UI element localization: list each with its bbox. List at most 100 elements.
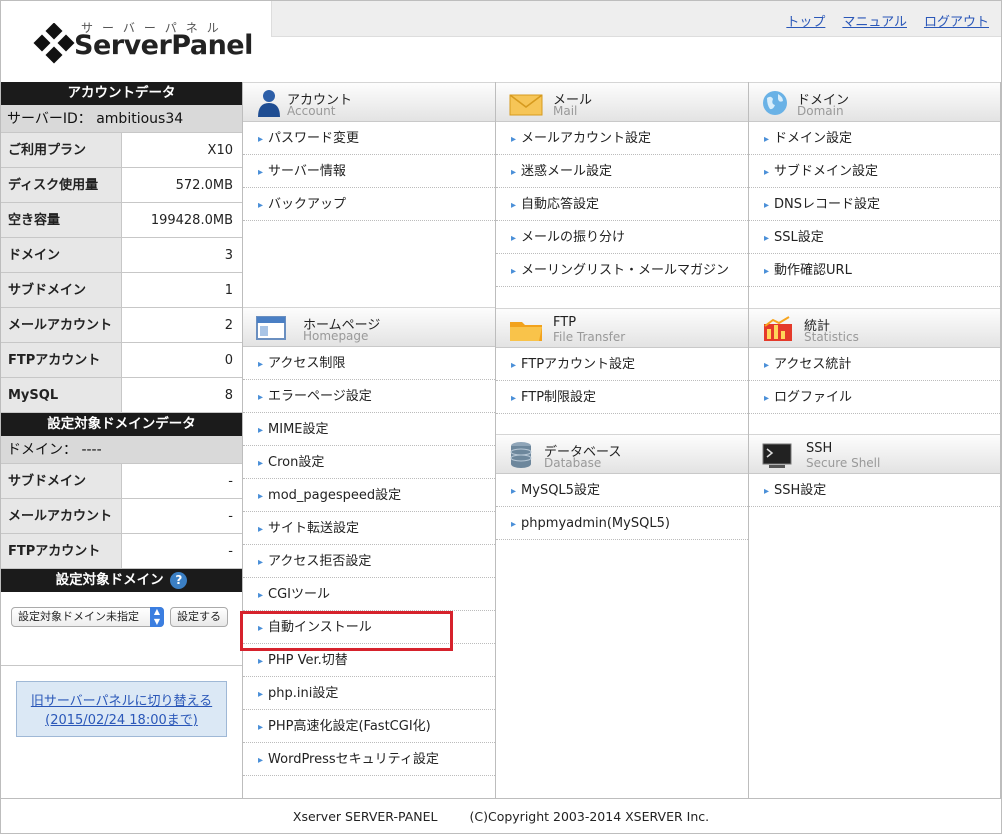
old-panel-link[interactable]: 旧サーバーパネルに切り替える (2015/02/24 18:00まで) (31, 694, 212, 728)
top-link[interactable]: トップ (786, 11, 825, 30)
menu-item[interactable]: ▸ サーバー情報 (243, 155, 495, 188)
section-title: FTP (553, 315, 577, 330)
arrow-icon: ▸ (764, 134, 770, 145)
menu-item-label: パスワード変更 (268, 131, 360, 146)
menu-item[interactable]: ▸ メールの振り分け (496, 221, 748, 254)
menu-item[interactable]: ▸ メーリングリスト・メールマガジン (496, 254, 748, 287)
menu-item[interactable]: ▸ アクセス制限 (243, 347, 495, 380)
info-row: ご利用プラン X10 (1, 133, 242, 168)
top-links: トップ マニュアル ログアウト (786, 11, 989, 30)
section-subtitle: File Transfer (553, 330, 626, 344)
menu-item-label: Cron設定 (268, 455, 325, 470)
menu-item-label: mod_pagespeed設定 (268, 488, 402, 503)
menu-item-label: MySQL5設定 (521, 483, 600, 498)
menu-item[interactable]: ▸ FTPアカウント設定 (496, 348, 748, 381)
info-value: - (122, 464, 242, 498)
set-domain-button[interactable]: 設定する (170, 607, 228, 627)
info-value: 2 (122, 308, 242, 342)
menu-item[interactable]: ▸ FTP制限設定 (496, 381, 748, 414)
menu-item[interactable]: ▸ 自動応答設定 (496, 188, 748, 221)
arrow-icon: ▸ (258, 590, 264, 601)
logo-name: ServerPanel (74, 30, 253, 61)
menu-item-label: ドメイン設定 (774, 131, 853, 146)
menu-item[interactable]: ▸ SSH設定 (749, 474, 1000, 507)
menu-item-label: メールアカウント設定 (521, 131, 652, 146)
menu-item[interactable]: ▸ サイト転送設定 (243, 512, 495, 545)
manual-link[interactable]: マニュアル (842, 11, 907, 30)
menu-item-label: CGIツール (268, 587, 331, 602)
menu-item[interactable]: ▸ 動作確認URL (749, 254, 1000, 287)
section-account-header: アカウント Account (243, 82, 495, 122)
menu-item-label: MIME設定 (268, 422, 329, 437)
menu-item[interactable]: ▸ ドメイン設定 (749, 122, 1000, 155)
menu-item[interactable]: ▸ バックアップ (243, 188, 495, 221)
arrow-icon: ▸ (511, 360, 517, 371)
logo[interactable]: サーバーパネル ServerPanel (1, 1, 271, 81)
menu-item-label: php.ini設定 (268, 686, 339, 701)
menu-column-2: メール Mail ▸ メールアカウント設定 ▸ 迷惑メール設定 ▸ 自動応答設定 ▸ メ… (496, 82, 749, 798)
domain-select-title: 設定対象ドメイン ? (1, 569, 242, 592)
menu-item[interactable]: ▸ mod_pagespeed設定 (243, 479, 495, 512)
terminal-icon (762, 443, 792, 468)
arrow-icon: ▸ (258, 167, 264, 178)
menu-item[interactable]: ▸ エラーページ設定 (243, 380, 495, 413)
info-label: 空き容量 (1, 203, 122, 237)
menu-item[interactable]: ▸ サブドメイン設定 (749, 155, 1000, 188)
section-database-header: データベース Database (496, 434, 748, 474)
section-stats-header: 統計 Statistics (749, 308, 1000, 348)
folder-icon (510, 322, 542, 341)
section-domain-header: ドメイン Domain (749, 82, 1000, 122)
domain-select[interactable]: 設定対象ドメイン未指定 ▲ ▼ (11, 607, 164, 627)
info-label: ドメイン (1, 238, 122, 272)
menu-item[interactable]: ▸ 迷惑メール設定 (496, 155, 748, 188)
arrow-icon: ▸ (764, 486, 770, 497)
footer-copyright: (C)Copyright 2003-2014 XSERVER Inc. (469, 809, 710, 824)
menu-column-3: ドメイン Domain ▸ ドメイン設定 ▸ サブドメイン設定 ▸ DNSレコード設定… (749, 82, 1001, 798)
menu-item[interactable]: ▸ WordPressセキュリティ設定 (243, 743, 495, 776)
highlight-box (240, 611, 453, 651)
menu-item[interactable]: ▸ ログファイル (749, 381, 1000, 414)
section-homepage-header: ホームページ Homepage (243, 307, 495, 347)
help-icon[interactable]: ? (170, 571, 188, 589)
section-subtitle: Database (544, 456, 602, 470)
menu-item[interactable]: ▸ アクセス統計 (749, 348, 1000, 381)
section-subtitle: Homepage (303, 329, 369, 343)
menu-item[interactable]: ▸ php.ini設定 (243, 677, 495, 710)
menu-item[interactable]: ▸ Cron設定 (243, 446, 495, 479)
section-subtitle: Statistics (804, 330, 859, 344)
logout-link[interactable]: ログアウト (924, 11, 989, 30)
arrow-icon: ▸ (511, 134, 517, 145)
arrow-icon: ▸ (764, 393, 770, 404)
arrow-icon: ▸ (764, 360, 770, 371)
menu-item[interactable]: ▸ MIME設定 (243, 413, 495, 446)
menu-item-label: サイト転送設定 (268, 521, 360, 536)
menu-item[interactable]: ▸ phpmyadmin(MySQL5) (496, 507, 748, 540)
menu-item[interactable]: ▸ メールアカウント設定 (496, 122, 748, 155)
menu-item-label: メーリングリスト・メールマガジン (521, 263, 730, 278)
arrow-icon: ▸ (258, 425, 264, 436)
menu-item[interactable]: ▸ SSL設定 (749, 221, 1000, 254)
menu-item[interactable]: ▸ DNSレコード設定 (749, 188, 1000, 221)
database-icon (510, 442, 532, 468)
menu-item[interactable]: ▸ CGIツール (243, 578, 495, 611)
arrow-icon: ▸ (511, 167, 517, 178)
info-value: 572.0MB (122, 168, 242, 202)
arrow-icon: ▸ (511, 200, 517, 211)
top-bar: トップ マニュアル ログアウト (271, 1, 1001, 37)
info-label: FTPアカウント (1, 534, 122, 568)
sidebar: アカウントデータ サーバーID： ambitious34 ご利用プラン X10 デ… (1, 82, 243, 798)
info-row: サブドメイン - (1, 464, 242, 499)
info-label: FTPアカウント (1, 343, 122, 377)
info-label: ご利用プラン (1, 133, 122, 167)
domain-select-title-text: 設定対象ドメイン (55, 572, 164, 588)
menu-item-label: SSH設定 (774, 483, 827, 498)
select-arrow-icon: ▲ ▼ (150, 607, 164, 627)
menu-item[interactable]: ▸ MySQL5設定 (496, 474, 748, 507)
menu-item[interactable]: ▸ パスワード変更 (243, 122, 495, 155)
menu-item[interactable]: ▸ PHP高速化設定(FastCGI化) (243, 710, 495, 743)
current-domain: ドメイン： ---- (1, 436, 242, 464)
menu-item[interactable]: ▸ アクセス拒否設定 (243, 545, 495, 578)
webpage-icon (256, 316, 286, 340)
